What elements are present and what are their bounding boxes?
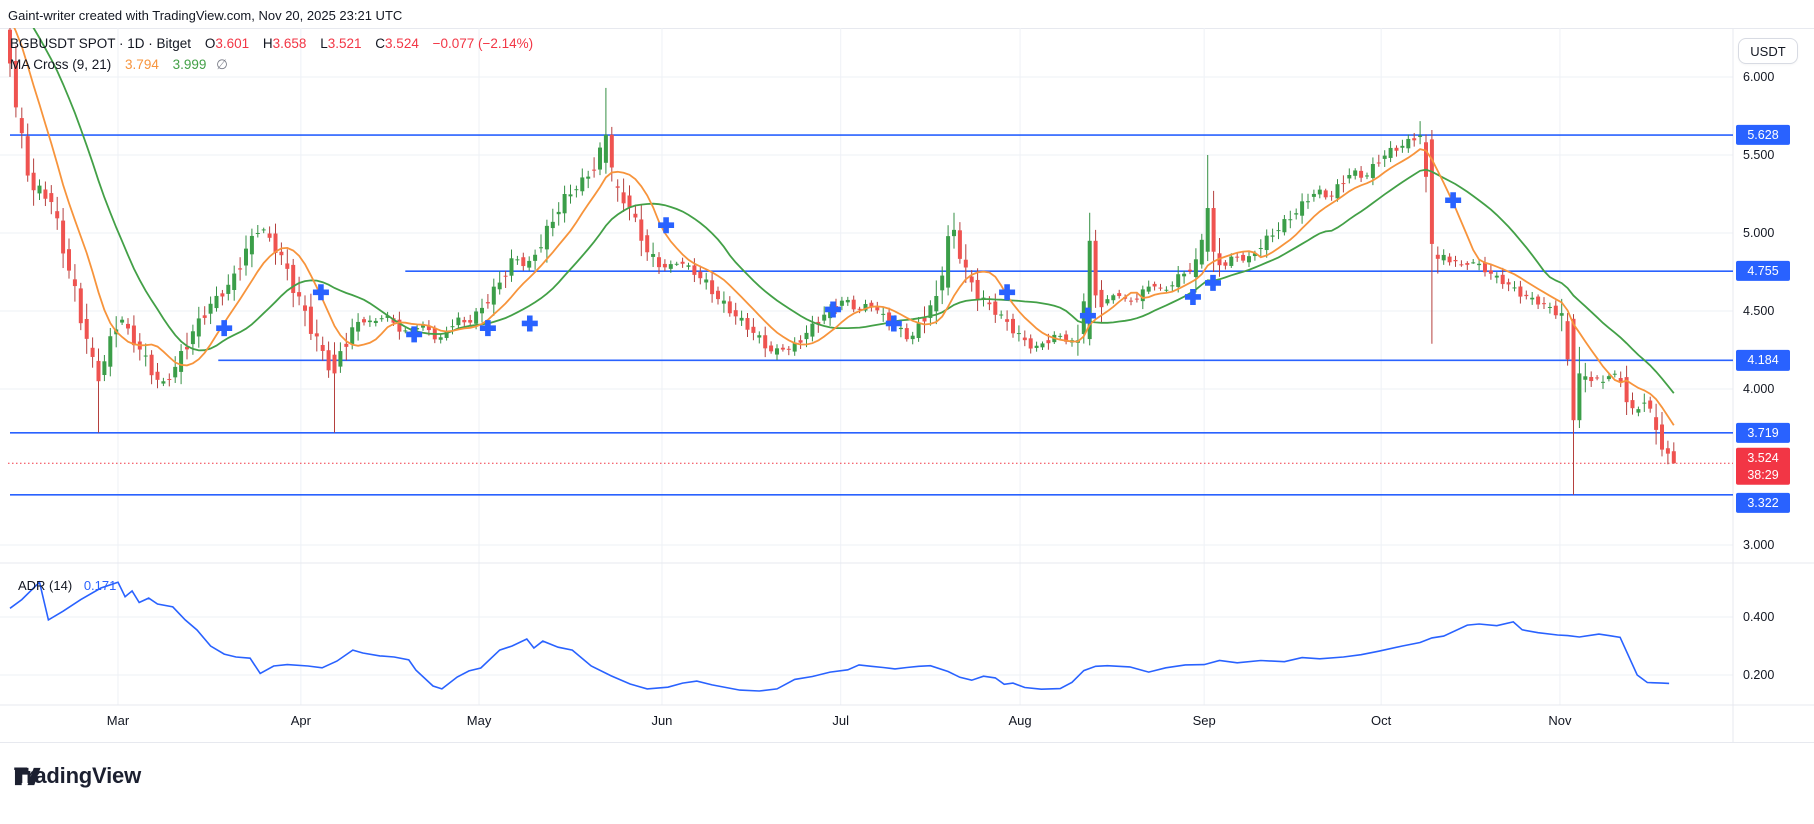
price-tick-label: 3.000 bbox=[1743, 538, 1774, 552]
ma-cross-marker bbox=[313, 284, 329, 300]
level-price-badge[interactable]: 5.628 bbox=[1736, 125, 1790, 145]
time-axis-label-jul: Jul bbox=[832, 713, 849, 728]
time-axis-label-may: May bbox=[467, 713, 492, 728]
symbol-title: BGBUSDT SPOT · 1D · Bitget bbox=[10, 36, 191, 51]
time-axis-label-oct: Oct bbox=[1371, 713, 1391, 728]
adr-tick-label: 0.200 bbox=[1743, 668, 1774, 682]
ma-fast-value: 3.794 bbox=[125, 57, 159, 72]
time-axis[interactable]: Mar Apr May Jun Jul Aug Sep Oct Nov bbox=[0, 705, 1733, 742]
footer-divider bbox=[0, 742, 1814, 743]
adr-legend[interactable]: ADR (14) 0.171 bbox=[18, 578, 116, 593]
symbol-legend[interactable]: BGBUSDT SPOT · 1D · Bitget O3.601 H3.658… bbox=[10, 36, 533, 51]
price-axis[interactable]: 6.000 5.500 5.000 4.500 4.000 3.000 0.400 0.200… bbox=[1733, 28, 1814, 742]
time-axis-label-mar: Mar bbox=[107, 713, 129, 728]
change-value: −0.077 (−2.14%) bbox=[433, 36, 534, 51]
low-value: 3.521 bbox=[328, 36, 362, 51]
time-axis-label-nov: Nov bbox=[1548, 713, 1571, 728]
candlesticks bbox=[8, 28, 1676, 495]
ma-cross-marker bbox=[1205, 275, 1221, 291]
ma-cross-marker bbox=[1185, 289, 1201, 305]
tradingview-chart-page: Gaint-writer created with TradingView.co… bbox=[0, 0, 1814, 824]
level-price-badge[interactable]: 4.755 bbox=[1736, 261, 1790, 281]
level-price-badge[interactable]: 4.184 bbox=[1736, 350, 1790, 370]
open-value: 3.601 bbox=[215, 36, 249, 51]
ma-cross-marker bbox=[1445, 192, 1461, 208]
price-tick-label: 4.500 bbox=[1743, 304, 1774, 318]
time-axis-label-jun: Jun bbox=[651, 713, 672, 728]
open-label: O bbox=[205, 36, 216, 51]
close-label: C bbox=[375, 36, 385, 51]
attribution-text: Gaint-writer created with TradingView.co… bbox=[8, 8, 402, 23]
ma-cross-marker bbox=[216, 320, 232, 336]
ma-cross-marker bbox=[522, 315, 538, 331]
price-tick-label: 5.500 bbox=[1743, 148, 1774, 162]
close-value: 3.524 bbox=[385, 36, 419, 51]
adr-value: 0.171 bbox=[76, 578, 117, 593]
adr-name: ADR (14) bbox=[18, 578, 72, 593]
low-label: L bbox=[320, 36, 328, 51]
time-axis-label-apr: Apr bbox=[291, 713, 311, 728]
visibility-icon[interactable]: ∅ bbox=[210, 57, 228, 72]
time-axis-label-aug: Aug bbox=[1009, 713, 1032, 728]
ma-slow-value: 3.999 bbox=[173, 57, 207, 72]
ma-cross-legend[interactable]: MA Cross (9, 21) 3.794 3.999 ∅ bbox=[10, 57, 228, 73]
price-tick-label: 6.000 bbox=[1743, 70, 1774, 84]
current-price-badge[interactable]: 3.52438:29 bbox=[1736, 448, 1790, 485]
tradingview-logo-icon bbox=[14, 763, 41, 790]
time-axis-label-sep: Sep bbox=[1193, 713, 1216, 728]
ma-cross-name: MA Cross (9, 21) bbox=[10, 57, 111, 72]
price-tick-label: 4.000 bbox=[1743, 382, 1774, 396]
level-price-badge[interactable]: 3.719 bbox=[1736, 423, 1790, 443]
tradingview-logo[interactable]: TradingView bbox=[14, 763, 141, 789]
ma-cross-marker bbox=[658, 217, 674, 233]
ma-cross-marker bbox=[825, 301, 841, 317]
chart-canvas[interactable] bbox=[0, 28, 1814, 742]
high-label: H bbox=[263, 36, 273, 51]
chart-area[interactable]: BGBUSDT SPOT · 1D · Bitget O3.601 H3.658… bbox=[0, 28, 1814, 742]
price-tick-label: 5.000 bbox=[1743, 226, 1774, 240]
ma-slow-line bbox=[10, 28, 1674, 393]
ma-fast-line bbox=[10, 28, 1674, 425]
level-price-badge[interactable]: 3.322 bbox=[1736, 493, 1790, 513]
high-value: 3.658 bbox=[273, 36, 307, 51]
adr-tick-label: 0.400 bbox=[1743, 610, 1774, 624]
